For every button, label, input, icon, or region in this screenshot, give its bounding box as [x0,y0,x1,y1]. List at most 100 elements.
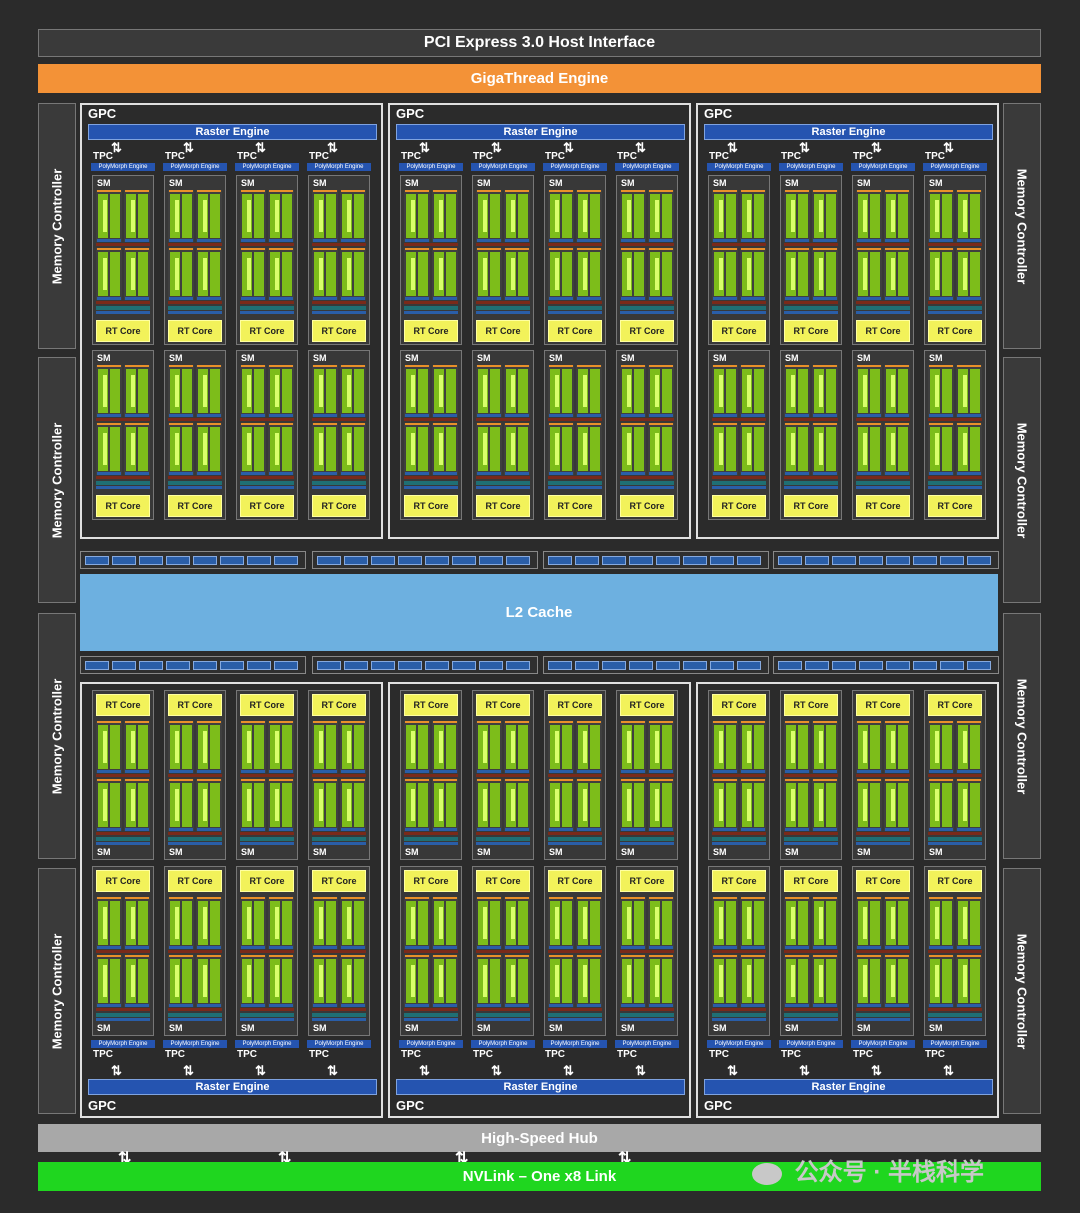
load-store-units [928,774,982,777]
cuda-core-block [110,725,120,769]
sm-processing-block [620,190,646,242]
load-store-units [712,301,766,304]
cuda-core-block [942,725,952,769]
crossbar-cell [940,661,964,670]
warp-scheduler [125,897,149,899]
polymorph-engine: PolyMorph Engine [163,1040,227,1048]
bidirectional-arrow-icon: ⇅ [491,1063,502,1078]
register-file [477,770,501,773]
warp-scheduler [125,779,149,781]
cuda-core-block [326,427,336,471]
tensor-core [891,965,895,997]
register-file [197,828,221,831]
warp-scheduler [341,955,365,957]
register-file [929,414,953,417]
load-store-units [928,1008,982,1011]
l1-shared-memory [620,837,674,841]
sm-label: SM [857,353,871,363]
rt-core: RT Core [548,320,602,342]
sm-label: SM [621,178,635,188]
cuda-core-block [210,427,220,471]
memory-controller-label: Memory Controller [49,678,65,794]
tpc-label: TPC [473,1049,493,1060]
sm-processing-block [432,955,458,1007]
sm: SM RT Core [92,866,154,1036]
rt-core: RT Core [240,694,294,716]
sm-processing-block [648,721,674,773]
cuda-core-block [254,427,264,471]
register-file [505,239,529,242]
register-file [577,770,601,773]
cuda-core-block [282,252,292,296]
tensor-core [747,258,751,290]
cuda-core-block [210,252,220,296]
register-file [929,297,953,300]
warp-scheduler [885,423,909,425]
warp-scheduler [197,779,221,781]
cuda-core-block [634,783,644,827]
tensor-core [511,433,515,465]
warp-scheduler [621,248,645,250]
tensor-core [275,789,279,821]
sm-processing-block [884,955,910,1007]
memory-controller: Memory Controller [1003,357,1041,603]
tensor-core [655,375,659,407]
cuda-core-block [210,901,220,945]
cuda-core-block [798,252,808,296]
memory-controller: Memory Controller [38,613,76,859]
sm-processing-block [576,955,602,1007]
tpc-label: TPC [709,1049,729,1060]
register-file [477,239,501,242]
load-store-units [96,950,150,953]
cuda-core-block [490,725,500,769]
cuda-core-block [726,194,736,238]
tensor-core [863,789,867,821]
tensor-core [411,433,415,465]
tpc-label: TPC [853,1049,873,1060]
warp-scheduler [813,248,837,250]
register-file [577,1004,601,1007]
sm: SM RT Core [924,866,986,1036]
sm-processing-block [196,897,222,949]
warp-scheduler [577,190,601,192]
cuda-core-block [942,783,952,827]
tensor-core [347,433,351,465]
register-file [405,946,429,949]
cuda-core-block [870,901,880,945]
warp-scheduler [957,423,981,425]
cuda-core-block [590,427,600,471]
sm-processing-block [856,365,882,417]
sm-processing-block [648,248,674,300]
crossbar-segment [312,551,538,569]
register-file [885,472,909,475]
sm-processing-block [648,365,674,417]
sm: SM RT Core [616,175,678,345]
sm-processing-block [504,897,530,949]
sm: SM RT Core [164,866,226,1036]
cuda-core-block [970,369,980,413]
warp-scheduler [857,190,881,192]
cuda-core-block [282,369,292,413]
sm-processing-block [312,365,338,417]
tensor-core [203,789,207,821]
memory-controller-label: Memory Controller [1014,933,1030,1049]
rt-core: RT Core [240,870,294,892]
register-file [241,414,265,417]
register-file [197,946,221,949]
texture-units [784,311,838,314]
warp-scheduler [621,190,645,192]
tpc-label: TPC [309,1049,329,1060]
sm-processing-block [340,365,366,417]
warp-scheduler [197,190,221,192]
sm-processing-block [476,190,502,242]
tensor-core [347,731,351,763]
sm-processing-block [548,190,574,242]
sm-processing-block [240,779,266,831]
sm-processing-block [504,248,530,300]
tensor-core [555,731,559,763]
sm: SM RT Core [780,175,842,345]
l1-shared-memory [784,1013,838,1017]
tensor-core [411,789,415,821]
sm-processing-block [928,190,954,242]
tensor-core [483,731,487,763]
